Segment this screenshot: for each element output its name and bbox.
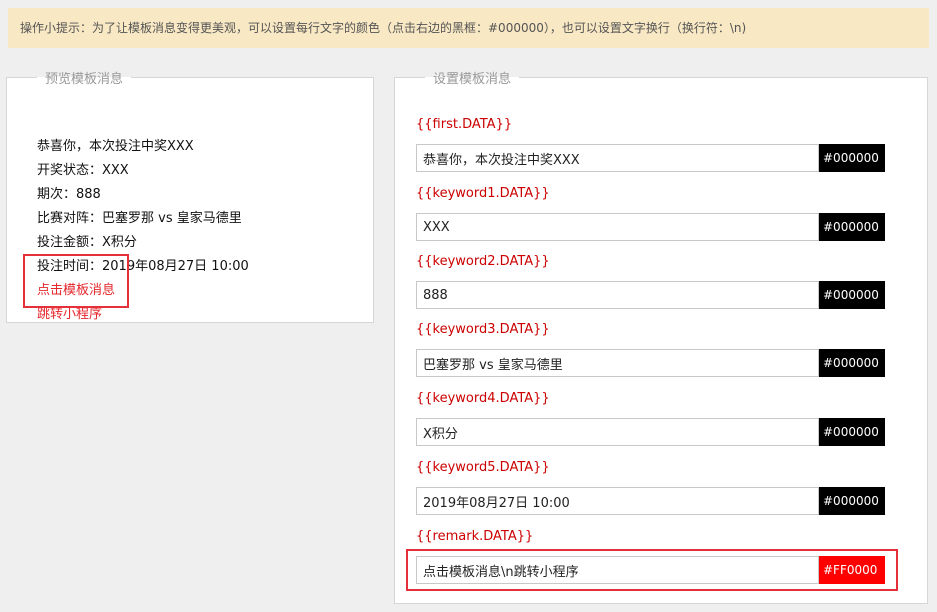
keyword3-data-input[interactable] (416, 349, 819, 377)
preview-line-first: 恭喜你，本次投注中奖XXX (37, 139, 194, 154)
field-label-keyword5: {{keyword5.DATA}} (416, 460, 550, 475)
field-label-keyword4: {{keyword4.DATA}} (416, 391, 550, 406)
keyword4-color-picker[interactable]: #000000 (819, 418, 885, 446)
preview-line-keyword3: 比赛对阵：巴塞罗那 vs 皇家马德里 (37, 211, 242, 226)
preview-legend: 预览模板消息 (45, 72, 124, 87)
keyword3-color-picker[interactable]: #000000 (819, 349, 885, 377)
field-label-remark: {{remark.DATA}} (416, 529, 534, 544)
remark-field-highlight (406, 549, 898, 591)
field-label-keyword1: {{keyword1.DATA}} (416, 186, 550, 201)
keyword1-color-picker[interactable]: #000000 (819, 213, 885, 241)
keyword1-data-input[interactable] (416, 213, 819, 241)
preview-line-keyword2: 期次：888 (37, 187, 101, 202)
keyword4-data-input[interactable] (416, 418, 819, 446)
keyword5-color-picker[interactable]: #000000 (819, 487, 885, 515)
keyword2-data-input[interactable] (416, 281, 819, 309)
preview-remark-highlight (23, 254, 129, 308)
field-label-first: {{first.DATA}} (416, 117, 513, 132)
preview-line-keyword1: 开奖状态：XXX (37, 163, 129, 178)
field-label-keyword3: {{keyword3.DATA}} (416, 322, 550, 337)
first-data-input[interactable] (416, 144, 819, 172)
keyword5-data-input[interactable] (416, 487, 819, 515)
field-label-keyword2: {{keyword2.DATA}} (416, 254, 550, 269)
first-color-picker[interactable]: #000000 (819, 144, 885, 172)
preview-line-keyword4: 投注金额：X积分 (37, 235, 137, 250)
keyword2-color-picker[interactable]: #000000 (819, 281, 885, 309)
tip-banner: 操作小提示：为了让模板消息变得更美观，可以设置每行文字的颜色（点击右边的黑框：#… (8, 8, 929, 48)
settings-legend: 设置模板消息 (433, 72, 512, 87)
